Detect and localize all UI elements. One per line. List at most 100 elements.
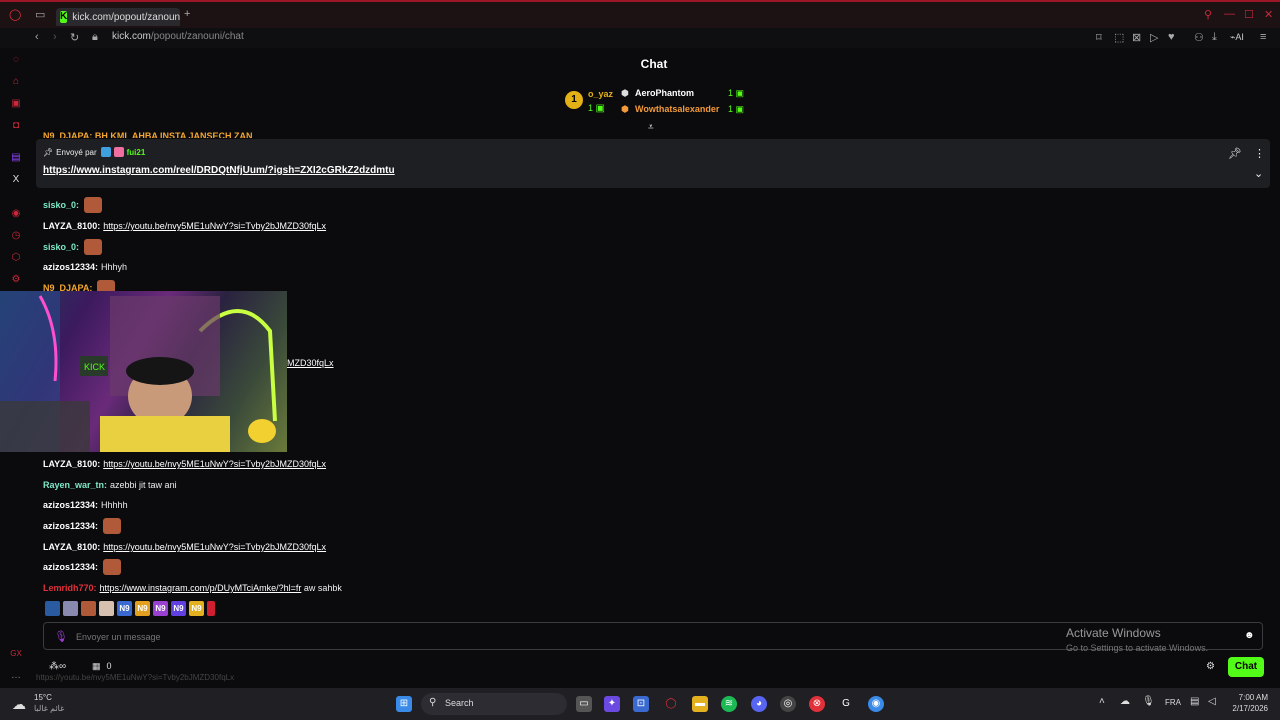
task-view-icon[interactable]: ▭ bbox=[576, 696, 592, 712]
chat-settings-icon[interactable]: ⚙ bbox=[1206, 661, 1215, 672]
pinned-link[interactable]: https://www.instagram.com/reel/DRDQtNfjU… bbox=[43, 165, 395, 176]
sidebar-shopping-icon[interactable]: ⌂ bbox=[10, 76, 22, 88]
tab-manager-icon[interactable]: ▭ bbox=[35, 8, 45, 21]
sidebar-gx-icon[interactable]: GX bbox=[10, 648, 22, 660]
weather-icon[interactable]: ☁ bbox=[12, 696, 26, 713]
message-username[interactable]: Lemridh770: bbox=[43, 583, 97, 593]
gift-icon: ▣ bbox=[735, 88, 745, 98]
adblock-icon[interactable]: ⊠ bbox=[1132, 31, 1141, 44]
url-text[interactable]: kick.com/popout/zanouni/chat bbox=[112, 31, 244, 42]
minimize-icon[interactable]: — bbox=[1224, 8, 1235, 20]
taskbar-search[interactable]: ⚲ Search bbox=[421, 693, 567, 715]
language-indicator[interactable]: FRA bbox=[1165, 698, 1181, 707]
snapshot-icon[interactable]: ⬚ bbox=[1114, 31, 1124, 44]
windows-start-icon[interactable]: ⊞ bbox=[396, 696, 412, 712]
message-username[interactable]: azizos12334: bbox=[43, 562, 98, 572]
leaderboard-third-user[interactable]: Wowthatsalexander bbox=[635, 104, 719, 114]
copilot-icon[interactable]: ✦ bbox=[604, 696, 620, 712]
search-icon[interactable]: ⚲ bbox=[1204, 8, 1212, 21]
message-username[interactable]: Rayen_war_tn: bbox=[43, 480, 107, 490]
emote-n9-icon[interactable]: N9 bbox=[117, 601, 132, 616]
collapse-leaderboard-icon[interactable]: ⩡ bbox=[648, 122, 654, 133]
emote-n9-icon[interactable]: N9 bbox=[171, 601, 186, 616]
message-link[interactable]: https://youtu.be/nvy5ME1uNwY?si=Tvby2bJM… bbox=[103, 542, 326, 552]
sidebar-twitch-icon[interactable]: ▤ bbox=[10, 152, 22, 164]
message-username[interactable]: sisko_0: bbox=[43, 200, 79, 210]
send-chat-button[interactable]: Chat bbox=[1228, 657, 1264, 677]
message-input[interactable] bbox=[74, 627, 1178, 647]
chevron-down-icon[interactable]: ⌄ bbox=[1254, 167, 1263, 180]
emote-n9-icon[interactable]: N9 bbox=[135, 601, 150, 616]
message-username[interactable]: azizos12334: bbox=[43, 500, 98, 510]
sidebar-x-icon[interactable]: X bbox=[10, 174, 22, 186]
pinned-message: 📌︎ Envoyé par fui21 https://www.instagra… bbox=[36, 139, 1270, 188]
unpin-icon[interactable]: 📌︎ bbox=[1228, 147, 1242, 160]
pinned-sender[interactable]: fui21 bbox=[127, 148, 146, 157]
more-options-icon[interactable]: ⋮ bbox=[1254, 147, 1265, 160]
sidebar-player-icon[interactable]: ◉ bbox=[10, 208, 22, 220]
partial-link[interactable]: MZD30fqLx bbox=[287, 358, 334, 368]
emote-icon[interactable] bbox=[45, 601, 60, 616]
reload-icon[interactable]: ↻ bbox=[70, 31, 79, 44]
active-tab[interactable]: K kick.com/popout/zanouni/ bbox=[56, 8, 180, 26]
opera-icon[interactable]: ◯ bbox=[663, 696, 679, 712]
leaderboard-second-user[interactable]: AeroPhantom bbox=[635, 88, 694, 98]
menu-icon[interactable]: ≡ bbox=[1260, 31, 1266, 43]
emote-n9-icon[interactable]: N9 bbox=[189, 601, 204, 616]
play-icon[interactable]: ▷ bbox=[1150, 31, 1158, 44]
emote-icon[interactable] bbox=[207, 601, 215, 616]
forward-icon[interactable]: › bbox=[53, 31, 57, 43]
message-username[interactable]: LAYZA_8100: bbox=[43, 459, 100, 469]
message-link[interactable]: https://youtu.be/nvy5ME1uNwY?si=Tvby2bJM… bbox=[103, 221, 326, 231]
message-link[interactable]: https://youtu.be/nvy5ME1uNwY?si=Tvby2bJM… bbox=[103, 459, 326, 469]
message-username[interactable]: LAYZA_8100: bbox=[43, 221, 100, 231]
profile-icon[interactable]: ⚇ bbox=[1194, 31, 1204, 44]
spotify-icon[interactable]: ≋ bbox=[721, 696, 737, 712]
leaderboard-top-user[interactable]: o_yaz bbox=[588, 89, 613, 99]
message-link[interactable]: https://www.instagram.com/p/DUyMTciAmke/… bbox=[100, 583, 302, 593]
store-icon[interactable]: ⊡ bbox=[633, 696, 649, 712]
sidebar-extensions-icon[interactable]: ⬡ bbox=[10, 252, 22, 264]
back-icon[interactable]: ‹ bbox=[35, 31, 39, 43]
app-icon[interactable]: ⊗ bbox=[809, 696, 825, 712]
sidebar-messenger-icon[interactable]: ◘ bbox=[10, 120, 22, 132]
logitech-icon[interactable]: G bbox=[838, 696, 854, 712]
sidebar-more-icon[interactable]: … bbox=[10, 670, 22, 682]
chat-message: azizos12334: bbox=[43, 559, 122, 575]
message-username[interactable]: azizos12334: bbox=[43, 521, 98, 531]
chrome-icon[interactable]: ◉ bbox=[868, 696, 884, 712]
tray-cloud-icon[interactable]: ☁ bbox=[1120, 696, 1130, 707]
discord-icon[interactable]: ◕ bbox=[751, 696, 767, 712]
download-icon[interactable]: ⤓ bbox=[1212, 31, 1217, 44]
network-icon[interactable]: ▤ bbox=[1190, 696, 1199, 707]
opera-gx-icon[interactable]: ◎ bbox=[780, 696, 796, 712]
channel-points[interactable]: ▦ 0 bbox=[92, 661, 112, 672]
bookmark-icon[interactable]: ⌑ bbox=[1096, 31, 1102, 44]
infinity-icon[interactable]: ⁂∞ bbox=[49, 661, 66, 672]
tray-mic-icon[interactable]: 🎙︎ bbox=[1142, 696, 1155, 707]
sidebar-chat-icon[interactable]: ▣ bbox=[10, 98, 22, 110]
new-tab-icon[interactable]: + bbox=[184, 8, 190, 20]
emoji-icon[interactable]: ☻ bbox=[1244, 630, 1255, 641]
emote-n9-icon[interactable]: N9 bbox=[153, 601, 168, 616]
heart-icon[interactable]: ♥ bbox=[1168, 31, 1175, 43]
message-username[interactable]: azizos12334: bbox=[43, 262, 98, 272]
clock-time[interactable]: 7:00 AM bbox=[1230, 693, 1268, 702]
mic-icon[interactable]: 🎙︎ bbox=[54, 630, 68, 643]
message-username[interactable]: LAYZA_8100: bbox=[43, 542, 100, 552]
sidebar-history-icon[interactable]: ◷ bbox=[10, 230, 22, 242]
emote-icon[interactable] bbox=[63, 601, 78, 616]
tray-chevron-icon[interactable]: ˄ bbox=[1099, 696, 1105, 707]
emote-icon[interactable] bbox=[99, 601, 114, 616]
maximize-icon[interactable]: ☐ bbox=[1244, 8, 1254, 21]
message-username[interactable]: sisko_0: bbox=[43, 242, 79, 252]
sidebar-settings-icon[interactable]: ⚙ bbox=[10, 274, 22, 286]
clock-date[interactable]: 2/17/2026 bbox=[1222, 704, 1268, 713]
opera-logo-icon[interactable]: ◯ bbox=[9, 8, 21, 21]
file-explorer-icon[interactable]: ▬ bbox=[692, 696, 708, 712]
emote-icon[interactable] bbox=[81, 601, 96, 616]
volume-icon[interactable]: ◁ bbox=[1208, 696, 1216, 707]
aria-ai-button[interactable]: ⌁AI bbox=[1230, 32, 1244, 43]
close-icon[interactable]: ✕ bbox=[1264, 8, 1273, 21]
emote-bar: N9 N9 N9 N9 N9 bbox=[45, 601, 218, 616]
